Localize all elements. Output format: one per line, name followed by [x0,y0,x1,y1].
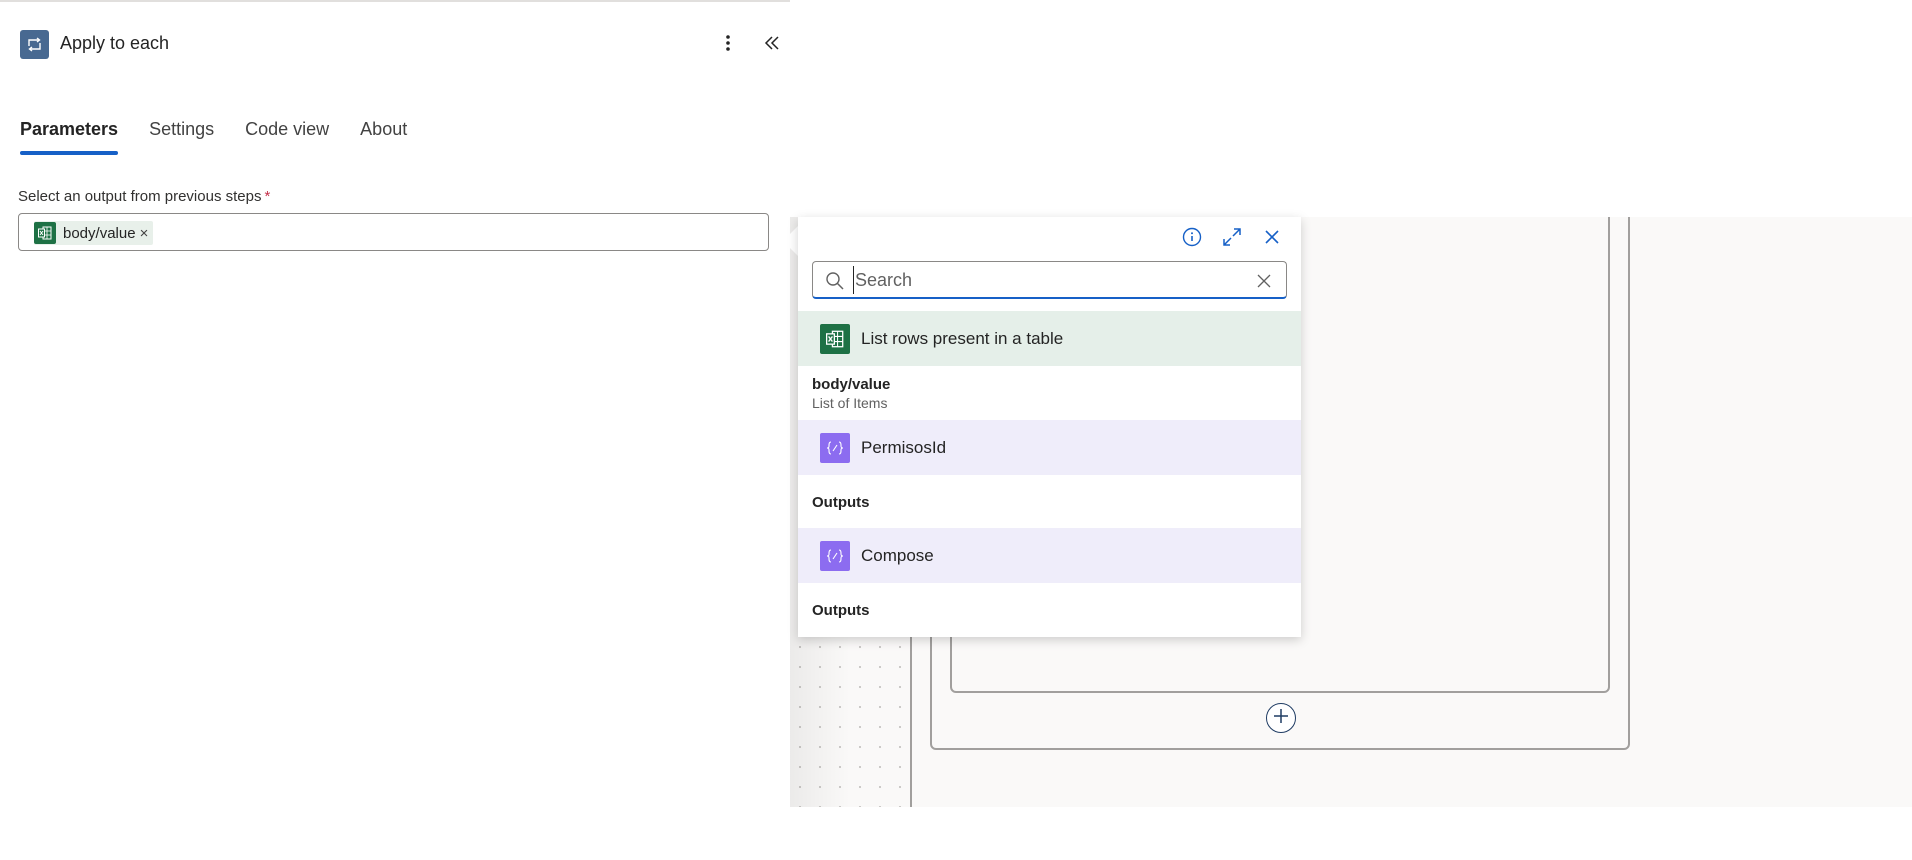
group-title: List rows present in a table [861,328,1064,348]
dynamic-content-item-outputs[interactable]: Outputs [798,494,1301,511]
tab-list: Parameters Settings Code view About [20,115,438,157]
item-title: body/value [812,376,891,393]
output-token-field[interactable]: body/value × [18,213,769,251]
item-subtitle: List of Items [812,395,888,411]
token-chip[interactable]: body/value × [34,221,154,245]
expand-button[interactable] [1216,223,1248,255]
group-header-compose[interactable]: Compose [798,528,1301,583]
more-options-button[interactable] [710,30,746,60]
flyout-pointer [783,226,798,256]
group-title: PermisosId [861,437,947,457]
item-title: Outputs [812,602,870,619]
info-button[interactable] [1176,223,1208,255]
dynamic-content-item-outputs[interactable]: Outputs [798,602,1301,619]
add-action-button[interactable] [1266,703,1296,733]
field-label-text: Select an output from previous steps [18,188,262,205]
required-marker: * [264,188,271,205]
group-header-permisosid[interactable]: PermisosId [798,420,1301,475]
panel-header: Apply to each [20,30,780,60]
tab-parameters[interactable]: Parameters [20,115,119,157]
plus-icon [1273,708,1289,729]
item-title: Outputs [812,494,870,511]
dynamic-content-flyout: List rows present in a table body/value … [798,217,1301,637]
info-icon [1182,227,1202,252]
excel-icon [820,323,850,354]
expand-icon [1222,227,1242,252]
excel-icon [34,222,56,244]
close-flyout-button[interactable] [1256,223,1288,255]
collapse-panel-button[interactable] [754,30,790,60]
search-box[interactable] [812,261,1287,299]
more-vertical-icon [725,33,731,58]
action-title: Apply to each [60,33,170,53]
tab-code-view[interactable]: Code view [245,115,329,157]
group-header-list-rows[interactable]: List rows present in a table [798,311,1301,366]
search-icon [825,271,845,291]
app-root: Apply to each Parameters Settings Code v… [0,0,1912,860]
group-title: Compose [861,545,934,565]
action-details-panel: Apply to each Parameters Settings Code v… [0,0,790,860]
loop-icon [20,30,49,59]
tab-settings[interactable]: Settings [149,115,214,157]
clear-search-icon[interactable] [1254,271,1274,291]
token-remove-button[interactable]: × [140,225,149,242]
token-label: body/value [63,224,136,242]
double-chevron-left-icon [763,34,781,57]
compose-icon [820,540,850,571]
close-icon [1264,229,1280,250]
compose-icon [820,432,850,463]
dynamic-content-item-body-value[interactable]: body/value List of Items [798,376,1301,411]
search-input[interactable] [853,266,1253,294]
field-label: Select an output from previous steps * [18,188,270,205]
tab-about[interactable]: About [360,115,407,157]
